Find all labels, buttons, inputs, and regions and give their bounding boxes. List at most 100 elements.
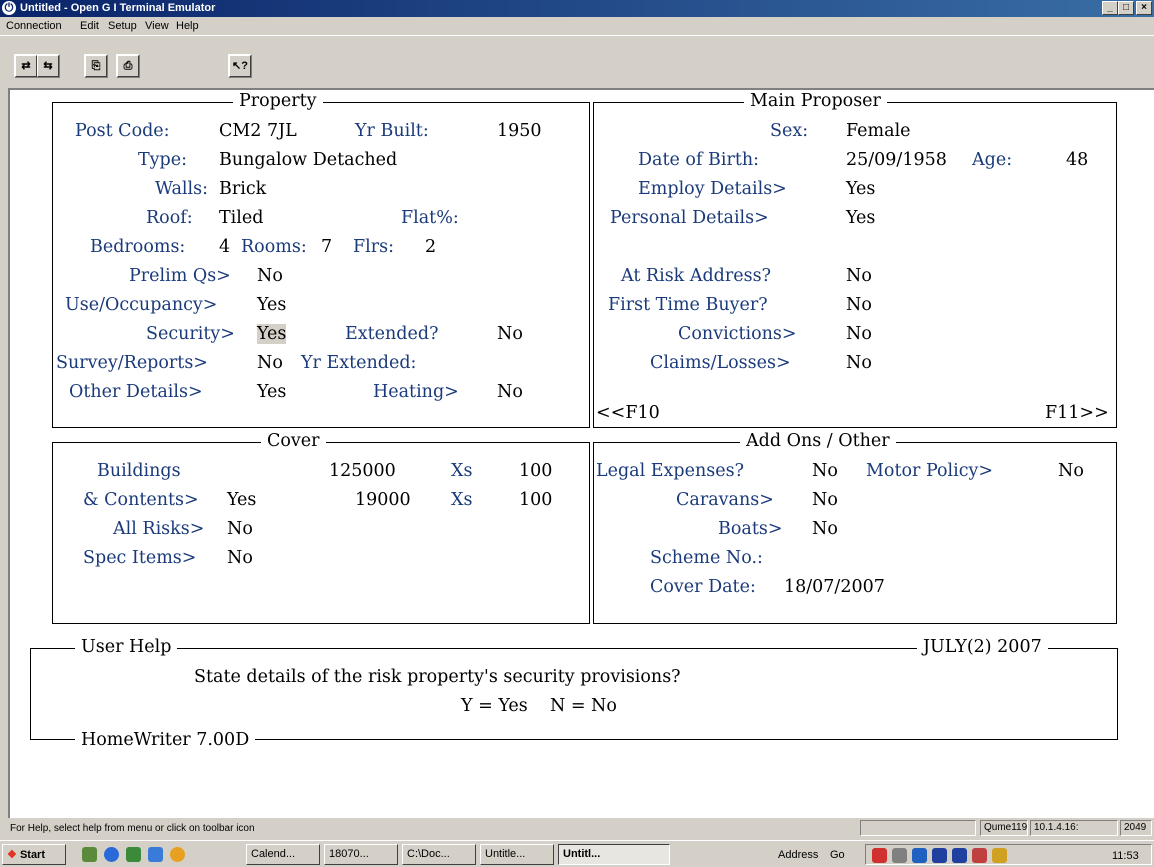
bedrooms-field[interactable]: 4 xyxy=(219,237,230,257)
task-calendar[interactable]: Calend... xyxy=(246,844,320,865)
messenger-icon[interactable] xyxy=(148,847,163,862)
contents-xs-field[interactable]: 100 xyxy=(519,490,552,510)
calendar-app-icon[interactable] xyxy=(126,847,141,862)
flat-percent-label: Flat%: xyxy=(401,208,459,228)
menu-setup[interactable]: Setup xyxy=(108,20,137,32)
show-desktop-icon[interactable] xyxy=(82,847,97,862)
disconnect-icon[interactable]: ⇆ xyxy=(37,55,59,77)
sex-field[interactable]: Female xyxy=(846,121,911,141)
start-button[interactable]: ❖ Start xyxy=(2,844,66,865)
display-icon[interactable] xyxy=(912,848,927,863)
first-time-buyer-field[interactable]: No xyxy=(846,295,872,315)
scheme-no-label: Scheme No.: xyxy=(650,548,763,568)
task-untitled-1[interactable]: Untitle... xyxy=(480,844,554,865)
menu-edit[interactable]: Edit xyxy=(80,20,99,32)
contents-xs-label: Xs xyxy=(451,490,473,510)
period-label: JULY(2) 2007 xyxy=(917,637,1048,657)
personal-details-field[interactable]: Yes xyxy=(846,208,875,228)
motor-policy-field[interactable]: No xyxy=(1058,461,1084,481)
toolbar-group-help: ↖? xyxy=(228,54,252,78)
task-folder[interactable]: C:\Doc... xyxy=(402,844,476,865)
legal-expenses-label: Legal Expenses? xyxy=(596,461,744,481)
menu-connection[interactable]: Connection xyxy=(6,20,62,32)
antivirus-icon[interactable] xyxy=(932,848,947,863)
heating-label: Heating> xyxy=(373,382,459,402)
menu-help[interactable]: Help xyxy=(176,20,199,32)
property-panel: Property Post Code: CM2 7JL Yr Built: 19… xyxy=(52,91,590,428)
windows-logo-icon: ❖ xyxy=(7,849,17,861)
mail-icon[interactable] xyxy=(992,848,1007,863)
spec-items-field[interactable]: No xyxy=(227,548,253,568)
task-document[interactable]: 18070... xyxy=(324,844,398,865)
user-help-legend: User Help xyxy=(75,637,178,657)
spec-items-label: Spec Items> xyxy=(83,548,197,568)
security-field[interactable]: Yes xyxy=(257,324,287,344)
employ-details-field[interactable]: Yes xyxy=(846,179,875,199)
status-hint: For Help, select help from menu or click… xyxy=(10,823,255,834)
user-help-panel: User Help JULY(2) 2007 State details of … xyxy=(30,637,1118,750)
dob-label: Date of Birth: xyxy=(638,150,760,170)
other-details-field[interactable]: Yes xyxy=(257,382,286,402)
type-field[interactable]: Bungalow Detached xyxy=(219,150,397,170)
contents-field[interactable]: Yes xyxy=(227,490,256,510)
maximize-button[interactable]: □ xyxy=(1118,1,1134,15)
task-untitled-2[interactable]: Untitl... xyxy=(558,844,670,865)
roof-field[interactable]: Tiled xyxy=(219,208,263,228)
prelim-field[interactable]: No xyxy=(257,266,283,286)
go-button[interactable]: Go xyxy=(830,849,845,861)
terminal-screen[interactable]: Property Post Code: CM2 7JL Yr Built: 19… xyxy=(8,88,1154,818)
contents-sum-field[interactable]: 19000 xyxy=(355,490,411,510)
main-proposer-panel: Main Proposer Sex: Female Date of Birth:… xyxy=(593,91,1117,428)
all-risks-field[interactable]: No xyxy=(227,519,253,539)
media-player-icon[interactable] xyxy=(170,847,185,862)
product-version: HomeWriter 7.00D xyxy=(75,730,256,750)
boats-field[interactable]: No xyxy=(812,519,838,539)
buildings-xs-field[interactable]: 100 xyxy=(519,461,552,481)
minimize-button[interactable]: _ xyxy=(1102,1,1118,15)
dob-field[interactable]: 25/09/1958 xyxy=(846,150,947,170)
extended-label: Extended? xyxy=(345,324,439,344)
caravans-field[interactable]: No xyxy=(812,490,838,510)
legal-expenses-field[interactable]: No xyxy=(812,461,838,481)
address-label: Address xyxy=(778,849,819,861)
connect-icon[interactable]: ⇄ xyxy=(15,55,37,77)
survey-field[interactable]: No xyxy=(257,353,283,373)
internet-explorer-icon[interactable] xyxy=(104,847,119,862)
yr-built-label: Yr Built: xyxy=(355,121,429,141)
heating-field[interactable]: No xyxy=(497,382,523,402)
language-icon[interactable] xyxy=(952,848,967,863)
use-occupancy-label: Use/Occupancy> xyxy=(65,295,218,315)
cover-date-label: Cover Date: xyxy=(650,577,756,597)
convictions-field[interactable]: No xyxy=(846,324,872,344)
help-options: Y = Yes N = No xyxy=(461,696,617,716)
window-title: Untitled - Open G I Terminal Emulator xyxy=(20,2,216,14)
at-risk-address-field[interactable]: No xyxy=(846,266,872,286)
menu-view[interactable]: View xyxy=(145,20,169,32)
next-page-key[interactable]: F11>> xyxy=(1042,403,1109,423)
status-host: Qume119 xyxy=(980,820,1028,836)
floors-field[interactable]: 2 xyxy=(425,237,436,257)
use-occupancy-field[interactable]: Yes xyxy=(257,295,286,315)
extended-field[interactable]: No xyxy=(497,324,523,344)
prev-page-key[interactable]: <<F10 xyxy=(596,403,663,423)
sex-label: Sex: xyxy=(770,121,809,141)
add-ons-legend: Add Ons / Other xyxy=(740,431,896,451)
network-icon[interactable] xyxy=(872,848,887,863)
copy-icon[interactable]: ⎘ xyxy=(85,55,107,77)
walls-field[interactable]: Brick xyxy=(219,179,266,199)
power-icon[interactable]: ⏻ xyxy=(2,1,16,15)
motor-policy-label: Motor Policy> xyxy=(866,461,994,481)
convictions-label: Convictions> xyxy=(678,324,797,344)
buildings-sum-field[interactable]: 125000 xyxy=(329,461,396,481)
context-help-icon[interactable]: ↖? xyxy=(229,55,251,77)
printer-icon[interactable] xyxy=(972,848,987,863)
claims-losses-field[interactable]: No xyxy=(846,353,872,373)
close-button[interactable]: × xyxy=(1136,1,1152,15)
speaker-icon[interactable] xyxy=(892,848,907,863)
post-code-field[interactable]: CM2 7JL xyxy=(219,121,297,141)
status-bar: For Help, select help from menu or click… xyxy=(0,818,1154,838)
print-icon[interactable]: ⎙ xyxy=(117,55,139,77)
rooms-field[interactable]: 7 xyxy=(321,237,332,257)
cover-date-field[interactable]: 18/07/2007 xyxy=(784,577,885,597)
yr-built-field[interactable]: 1950 xyxy=(497,121,542,141)
